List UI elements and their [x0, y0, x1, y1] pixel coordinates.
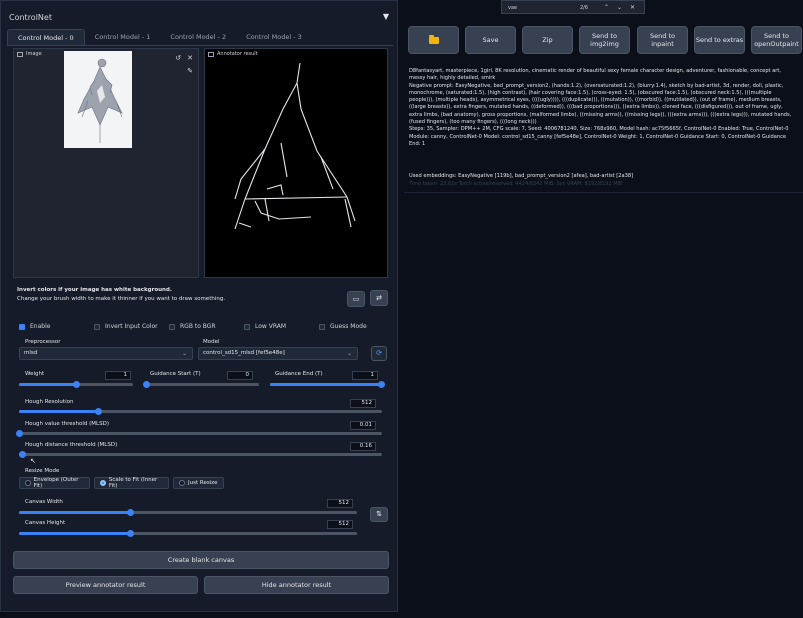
- controlnet-header[interactable]: ControlNet: [9, 13, 52, 22]
- canvas-height-slider-thumb[interactable]: [127, 529, 135, 537]
- timing-info-text: Time taken: 23.61s Torch active/reserved…: [409, 181, 623, 187]
- negative-prompt-text: Negative prompt: EasyNegative, bad_promp…: [409, 82, 792, 126]
- hough-resolution-input[interactable]: 512: [350, 399, 376, 408]
- guidance-start-slider-thumb[interactable]: [142, 380, 150, 388]
- preprocessor-select[interactable]: mlsd ⌄: [19, 347, 193, 360]
- weight-slider[interactable]: [19, 380, 133, 388]
- hough-distance-slider-thumb[interactable]: [19, 450, 27, 458]
- close-icon[interactable]: ✕: [630, 4, 635, 11]
- preprocessor-label: Preprocessor: [25, 339, 61, 345]
- canvas-width-label: Canvas Width: [25, 499, 63, 505]
- send-to-openoutpaint-button[interactable]: Send to openOutpaint: [751, 26, 802, 54]
- hough-value-label: Hough value threshold (MLSD): [25, 421, 109, 427]
- collapse-triangle-icon[interactable]: ▼: [383, 12, 389, 21]
- resize-mode-just-resize-radio[interactable]: Just Resize: [173, 477, 224, 489]
- preview-annotator-button[interactable]: Preview annotator result: [13, 576, 198, 594]
- input-image: [64, 51, 132, 148]
- canvas-width-input[interactable]: 512: [327, 499, 353, 508]
- guidance-end-label: Guidance End (T): [275, 371, 323, 377]
- enable-check-icon: [19, 323, 25, 330]
- canvas-width-slider-thumb[interactable]: [127, 508, 135, 516]
- weight-label: Weight: [25, 371, 45, 377]
- send-to-img2img-button[interactable]: Send to img2img: [579, 26, 630, 54]
- hough-value-input[interactable]: 0.01: [350, 421, 376, 430]
- low-vram-checkbox[interactable]: Low VRAM: [244, 323, 286, 330]
- chevron-down-icon: ⌄: [346, 350, 352, 357]
- brush-icon[interactable]: ✎: [186, 67, 194, 75]
- enable-checkbox[interactable]: Enable: [19, 323, 50, 330]
- model-label: Model: [203, 339, 220, 345]
- zip-button[interactable]: Zip: [522, 26, 573, 54]
- resize-mode-label: Resize Mode: [25, 468, 60, 474]
- create-blank-canvas-button[interactable]: Create blank canvas: [13, 551, 389, 569]
- close-icon[interactable]: ✕: [186, 54, 194, 62]
- annotator-result-panel: Annotator result: [204, 48, 388, 278]
- dress-figure-image: [77, 58, 123, 143]
- camera-toggle-button[interactable]: ▭: [347, 291, 365, 307]
- guidance-start-label: Guidance Start (T): [150, 371, 201, 377]
- hough-value-slider-thumb[interactable]: [15, 429, 23, 437]
- send-to-inpaint-button[interactable]: Send to inpaint: [637, 26, 688, 54]
- rgb-to-bgr-checkbox[interactable]: RGB to BGR: [169, 323, 216, 330]
- positive-prompt-text: D8fantasyart, masterpiece, 1girl, 8K res…: [409, 68, 781, 82]
- guidance-start-input[interactable]: 0: [227, 371, 253, 380]
- line-detection-image: [234, 62, 356, 230]
- chevron-down-icon: ⌄: [181, 350, 187, 357]
- chevron-up-icon[interactable]: ⌃: [604, 4, 609, 11]
- hough-value-slider[interactable]: [15, 429, 382, 437]
- controlnet-panel: ControlNet ▼ Control Model - 0 Control M…: [0, 0, 398, 612]
- find-in-page-bar: vae 2/6 ⌃ ⌄ ✕: [501, 0, 645, 14]
- swap-canvas-dimensions-button[interactable]: ⇅: [370, 507, 388, 522]
- tab-control-model-3[interactable]: Control Model - 3: [236, 29, 312, 45]
- guidance-end-input[interactable]: 1: [352, 371, 378, 380]
- image-icon: [17, 51, 23, 57]
- refresh-models-button[interactable]: ⟳: [371, 346, 387, 361]
- hough-distance-input[interactable]: 0.16: [350, 442, 376, 451]
- tab-control-model-0[interactable]: Control Model - 0: [7, 29, 85, 45]
- canvas-height-label: Canvas Height: [25, 520, 66, 526]
- divider: [404, 192, 803, 193]
- control-model-tabs: Control Model - 0 Control Model - 1 Cont…: [7, 29, 312, 45]
- image-input-canvas[interactable]: Image ↺ ✕ ✎: [13, 48, 199, 278]
- hough-resolution-label: Hough Resolution: [25, 399, 74, 405]
- invert-input-color-checkbox[interactable]: Invert Input Color: [94, 323, 158, 330]
- image-label: Image: [26, 51, 42, 57]
- canvas-height-input[interactable]: 512: [327, 520, 353, 529]
- used-embeddings-text: Used embeddings: EasyNegative [119b], ba…: [409, 173, 634, 179]
- resize-mode-envelope-radio[interactable]: Envelope (Outer Fit): [19, 477, 90, 489]
- find-match-count: 2/6: [580, 5, 589, 11]
- hough-resolution-slider-thumb[interactable]: [95, 407, 103, 415]
- generation-params-text: Steps: 35, Sampler: DPM++ 2M, CFG scale:…: [409, 126, 789, 147]
- resize-mode-scale-to-fit-radio[interactable]: Scale to Fit (Inner Fit): [94, 477, 169, 489]
- guess-mode-checkbox[interactable]: Guess Mode: [319, 323, 367, 330]
- find-query-input[interactable]: vae: [508, 5, 517, 11]
- mouse-cursor-icon: ↖: [30, 457, 36, 465]
- chevron-down-icon[interactable]: ⌄: [617, 4, 622, 11]
- guidance-end-slider[interactable]: [270, 380, 385, 388]
- folder-icon: [428, 34, 439, 44]
- hough-distance-slider[interactable]: [19, 450, 382, 458]
- generation-info: D8fantasyart, masterpiece, 1girl, 8K res…: [409, 68, 797, 148]
- send-to-extras-button[interactable]: Send to extras: [694, 26, 745, 54]
- open-folder-button[interactable]: [408, 26, 459, 54]
- tab-control-model-2[interactable]: Control Model - 2: [160, 29, 236, 45]
- model-select[interactable]: control_sd15_mlsd [fef5e48e] ⌄: [198, 347, 358, 360]
- canvas-width-slider[interactable]: [19, 508, 357, 516]
- hint-invert-colors: Invert colors if your image has white ba…: [17, 287, 172, 293]
- save-button[interactable]: Save: [465, 26, 516, 54]
- hide-annotator-button[interactable]: Hide annotator result: [204, 576, 389, 594]
- weight-slider-thumb[interactable]: [72, 380, 80, 388]
- canvas-height-slider[interactable]: [19, 529, 357, 537]
- hint-brush-width: Change your brush width to make it thinn…: [17, 296, 226, 302]
- hough-distance-label: Hough distance threshold (MLSD): [25, 442, 118, 448]
- hough-resolution-slider[interactable]: [19, 407, 382, 415]
- guidance-end-slider-thumb[interactable]: [377, 380, 385, 388]
- weight-input[interactable]: 1: [105, 371, 131, 380]
- swap-dimensions-button[interactable]: ⇄: [370, 290, 388, 306]
- undo-icon[interactable]: ↺: [174, 54, 182, 62]
- guidance-start-slider[interactable]: [142, 380, 259, 388]
- tab-control-model-1[interactable]: Control Model - 1: [85, 29, 161, 45]
